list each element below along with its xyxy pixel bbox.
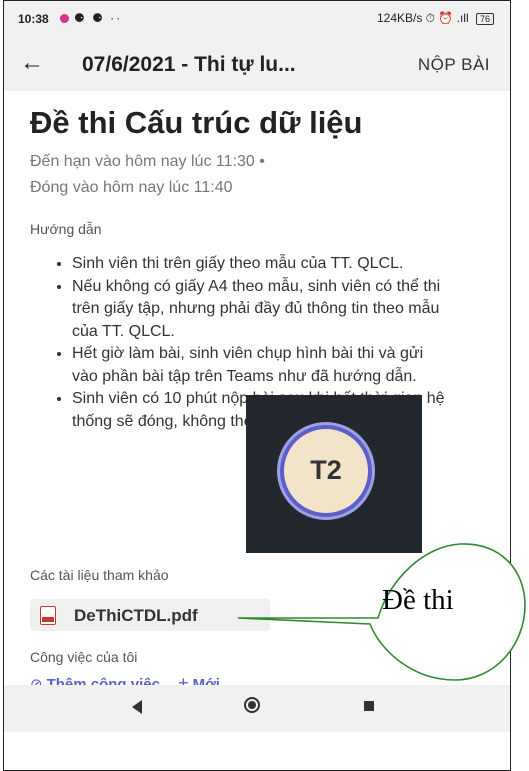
callout-text: Đề thi: [382, 584, 454, 616]
callout-annotation: [237, 543, 526, 681]
